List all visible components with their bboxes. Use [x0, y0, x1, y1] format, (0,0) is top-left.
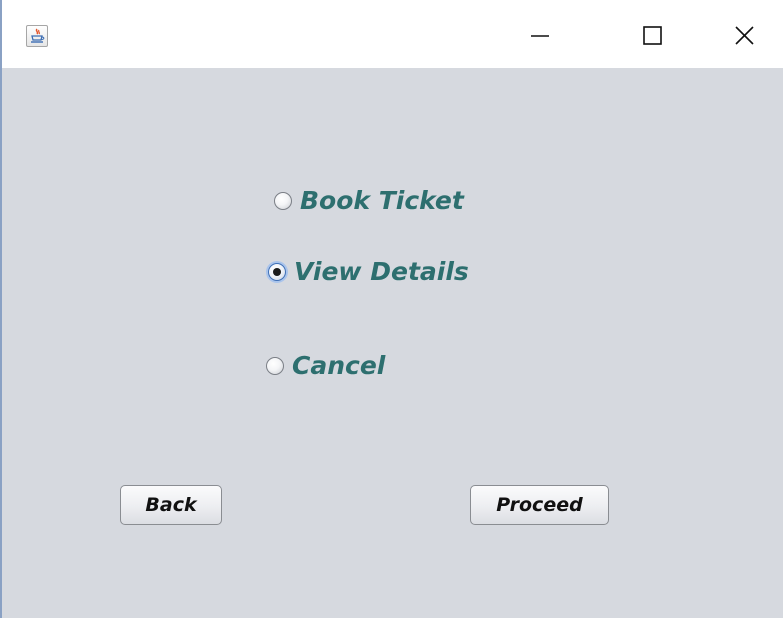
proceed-button[interactable]: Proceed [470, 485, 609, 525]
content-panel: Book Ticket View Details Cancel Back Pro… [2, 68, 783, 618]
java-cup-icon [26, 25, 48, 47]
radio-label-view-details: View Details [294, 257, 469, 286]
maximize-icon [643, 26, 662, 45]
title-bar[interactable] [2, 0, 783, 68]
radio-label-book-ticket: Book Ticket [300, 186, 464, 215]
radio-view-details[interactable]: View Details [268, 254, 469, 290]
radio-book-ticket[interactable]: Book Ticket [274, 183, 464, 219]
app-window: Book Ticket View Details Cancel Back Pro… [0, 0, 783, 618]
radio-button-selected[interactable] [268, 263, 286, 281]
radio-label-cancel: Cancel [292, 351, 386, 380]
radio-button-unselected[interactable] [266, 357, 284, 375]
radio-button-unselected[interactable] [274, 192, 292, 210]
close-button[interactable] [726, 18, 762, 54]
radio-selected-dot [273, 268, 281, 276]
minimize-button[interactable] [523, 18, 559, 54]
minimize-icon [531, 35, 549, 37]
radio-cancel[interactable]: Cancel [266, 348, 385, 384]
close-icon [735, 26, 754, 45]
maximize-button[interactable] [635, 18, 671, 54]
back-button[interactable]: Back [120, 485, 222, 525]
